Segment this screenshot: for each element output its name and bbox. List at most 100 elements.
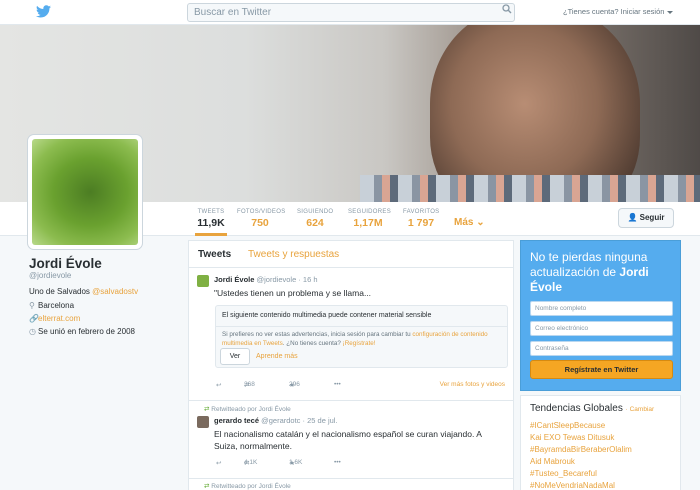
trend-item[interactable]: Kai EXO Tewas Ditusuk [530, 433, 614, 442]
joined-text: Se unió en febrero de 2008 [38, 327, 135, 336]
header-photo-shirt [360, 175, 700, 202]
profile-joined: ◷ Se unió en febrero de 2008 [29, 327, 135, 336]
stat-label: SEGUIDORES [348, 209, 392, 215]
stat-value: 1 797 [407, 217, 435, 229]
tab-tweets[interactable]: Tweets [198, 249, 231, 260]
media-warning-text: El siguiente contenido multimedia puede … [222, 312, 432, 319]
learn-more-link[interactable]: Aprende más [256, 353, 298, 360]
trend-item[interactable]: #NoMeVendriaNadaMal [530, 481, 615, 490]
tweet-author-name[interactable]: gerardo tecé [214, 416, 259, 425]
search-input[interactable]: Buscar en Twitter [187, 3, 515, 22]
reply-icon[interactable]: ↩ [216, 459, 221, 467]
tweet-text: "Ustedes tienen un problema y se llama..… [214, 288, 372, 298]
sensitive-media-warning: El siguiente contenido multimedia puede … [215, 305, 508, 368]
trend-item[interactable]: #BayramdaBirBeraberOlalim [530, 445, 632, 454]
tweet-author[interactable]: gerardo tecé @gerardotc · 25 de jul. [214, 416, 338, 425]
calendar-icon: ◷ [29, 327, 36, 336]
retweeted-by: ⇄ Retwitteado por Jordi Évole [204, 405, 291, 413]
website-link[interactable]: elterrat.com [38, 314, 80, 323]
more-dropdown[interactable]: Más ⌄ [454, 217, 485, 228]
more-media-link[interactable]: Ver más fotos y videos [440, 381, 505, 388]
login-link-label[interactable]: ¿Tienes cuenta? Iniciar sesión [563, 7, 664, 16]
stat-value: 750 [251, 217, 269, 229]
retweeted-by: ⇄ Retwitteado por Jordi Évole [204, 482, 291, 490]
location-pin-icon: ⚲ [29, 301, 35, 310]
tweet-author[interactable]: Jordi Évole @jordievole · 16 h [214, 275, 318, 284]
bio-link[interactable]: @salvadostv [92, 287, 138, 296]
retweet-icon: ⇄ [204, 406, 210, 413]
media-divider [216, 326, 507, 327]
stat-photos-videos[interactable]: FOTOS/VIDEOS 750 [237, 209, 285, 229]
top-bar: Buscar en Twitter ¿Tienes cuenta? Inicia… [0, 0, 700, 25]
chevron-down-icon: ⌄ [476, 217, 485, 228]
tweet[interactable]: Jordi Évole @jordievole · 16 h "Ustedes … [189, 268, 513, 401]
stat-tweets[interactable]: TWEETS 11,9K [195, 209, 227, 236]
trend-item[interactable]: #ICantSleepBecause [530, 421, 605, 430]
profile-bio: Uno de Salvados @salvadostv [29, 287, 138, 296]
favorite-count: 1,6K [289, 459, 303, 466]
tweet-author-name[interactable]: Jordi Évole [214, 275, 254, 284]
avatar-image [32, 139, 138, 245]
reply-icon[interactable]: ↩ [216, 381, 221, 389]
caret-down-icon [667, 10, 674, 14]
tweet-handle: @jordievole [256, 275, 297, 284]
retweeted-by-text[interactable]: Retwitteado por Jordi Évole [211, 406, 291, 413]
follow-button[interactable]: 👤 Seguir [618, 208, 674, 228]
tweet-avatar[interactable] [197, 275, 209, 287]
signup-headline: No te pierdas ninguna actualización de J… [530, 250, 678, 295]
tweet[interactable]: ⇄ Retwitteado por Jordi Évole [189, 479, 513, 490]
stat-favorites[interactable]: FAVORITOS 1 797 [403, 209, 439, 229]
login-link[interactable]: ¿Tienes cuenta? Iniciar sesión [563, 7, 674, 16]
tweet-text: El nacionalismo catalán y el nacionalism… [214, 429, 482, 451]
follow-label[interactable]: Seguir [640, 213, 665, 222]
tweet-handle: @gerardotc [261, 416, 301, 425]
signup-box: No te pierdas ninguna actualización de J… [520, 240, 681, 391]
favorite-count: 296 [289, 381, 300, 388]
stat-label: TWEETS [197, 209, 225, 215]
register-link[interactable]: ¡Regístrate! [343, 340, 376, 347]
view-media-button[interactable]: Ver [220, 348, 250, 365]
tweet-time[interactable]: · 25 de jul. [303, 416, 338, 425]
trends-title: Tendencias Globales · Cambiar [530, 403, 654, 414]
avatar[interactable] [28, 135, 142, 249]
timeline-tabs: Tweets Tweets y respuestas [189, 241, 513, 268]
tweet[interactable]: ⇄ Retwitteado por Jordi Évole gerardo te… [189, 401, 513, 479]
media-note-mid: . ¿No tienes cuenta? [282, 340, 343, 347]
location-text: Barcelona [38, 301, 75, 310]
bio-text: Uno de Salvados [29, 287, 93, 296]
stat-label: SIGUIENDO [297, 209, 334, 215]
stat-value: 1,17M [353, 217, 383, 229]
timeline: Tweets Tweets y respuestas Jordi Évole @… [188, 240, 514, 490]
stat-label: FAVORITOS [403, 209, 440, 215]
profile-name[interactable]: Jordi Évole [29, 256, 102, 271]
more-icon[interactable]: ••• [334, 381, 341, 388]
tweet-avatar[interactable] [197, 416, 209, 428]
retweet-count: 368 [244, 381, 255, 388]
tab-tweets-replies[interactable]: Tweets y respuestas [248, 249, 339, 260]
stat-followers[interactable]: SEGUIDORES 1,17M [348, 209, 392, 229]
tweet-time[interactable]: · 16 h [298, 275, 317, 284]
password-field[interactable]: Contraseña [530, 341, 673, 356]
signup-button[interactable]: Regístrate en Twitter [530, 360, 673, 379]
stat-value: 624 [306, 217, 324, 229]
retweeted-by-text[interactable]: Retwitteado por Jordi Évole [211, 483, 291, 490]
name-field[interactable]: Nombre completo [530, 301, 673, 316]
stat-following[interactable]: SIGUIENDO 624 [297, 209, 333, 229]
trend-item[interactable]: Aid Mabrouk [530, 457, 575, 466]
trends-title-text: Tendencias Globales [530, 403, 623, 414]
retweet-icon: ⇄ [204, 483, 210, 490]
email-field[interactable]: Correo electrónico [530, 321, 673, 336]
search-icon[interactable] [502, 4, 512, 14]
follow-icon: 👤 [627, 213, 638, 222]
twitter-bird-icon[interactable] [36, 5, 51, 18]
more-icon[interactable]: ••• [334, 459, 341, 466]
link-icon: 🔗 [29, 314, 39, 323]
trend-item[interactable]: #Tusteo_Becareful [530, 469, 597, 478]
more-label[interactable]: Más [454, 217, 473, 228]
media-note-text: Si prefieres no ver estas advertencias, … [222, 331, 413, 338]
profile-handle[interactable]: @jordievole [29, 271, 71, 280]
retweet-count: 4,1K [244, 459, 258, 466]
stat-value: 11,9K [197, 217, 225, 229]
trends-box: Tendencias Globales · Cambiar #ICantSlee… [520, 395, 681, 490]
change-trends-link[interactable]: · Cambiar [626, 406, 655, 413]
